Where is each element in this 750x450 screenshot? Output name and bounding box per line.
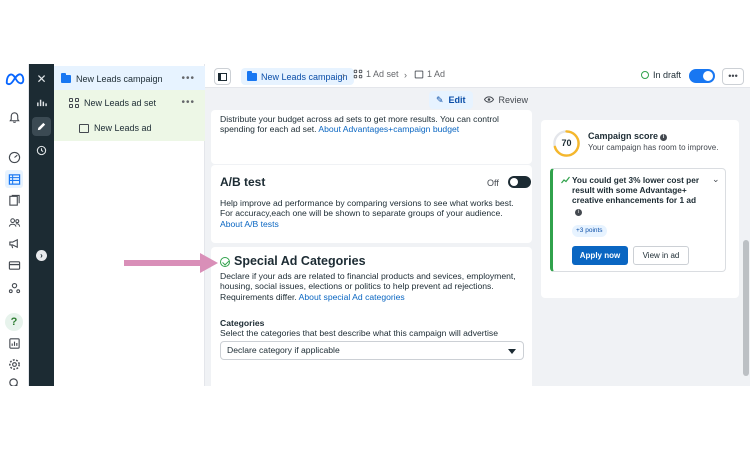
ab-test-toggle[interactable] bbox=[508, 176, 531, 188]
ad-box-icon bbox=[414, 70, 424, 78]
tree-item-ad[interactable]: New Leads ad bbox=[54, 115, 205, 141]
edit-icon[interactable] bbox=[32, 117, 51, 136]
eye-icon bbox=[483, 95, 494, 105]
categories-hint: Select the categories that best describe… bbox=[220, 328, 499, 338]
points-badge: +3 points bbox=[572, 225, 607, 237]
special-ad-categories-description: Declare if your ads are related to finan… bbox=[220, 271, 516, 302]
category-select-value: Declare category if applicable bbox=[227, 345, 340, 355]
editor-tool-strip: ✕ › bbox=[29, 64, 54, 386]
special-ad-categories-card: Special Ad Categories Declare if your ad… bbox=[211, 247, 532, 386]
tab-review[interactable]: Review bbox=[477, 91, 536, 109]
budget-help-link[interactable]: About Advantages+campaign budget bbox=[318, 124, 459, 134]
adset-grid-icon bbox=[68, 97, 80, 109]
audience-icon[interactable] bbox=[5, 213, 23, 231]
header-more-button[interactable]: ••• bbox=[722, 68, 744, 85]
info-icon[interactable]: › bbox=[36, 250, 47, 261]
tab-edit[interactable]: ✎ Edit bbox=[429, 91, 473, 109]
notifications-icon[interactable] bbox=[5, 108, 23, 126]
draft-status-label: In draft bbox=[653, 70, 682, 80]
draft-status: In draft bbox=[641, 70, 681, 80]
chevron-right-icon: › bbox=[404, 70, 407, 80]
adset-grid-icon bbox=[353, 69, 363, 79]
navigation-rail: ? bbox=[0, 64, 29, 386]
tree-item-label: New Leads ad set bbox=[84, 98, 157, 108]
meta-logo[interactable] bbox=[4, 72, 26, 86]
dashboard-icon[interactable] bbox=[5, 148, 23, 166]
table-icon[interactable] bbox=[5, 170, 23, 188]
settings-icon[interactable] bbox=[5, 355, 23, 373]
pages-icon[interactable] bbox=[5, 191, 23, 209]
budget-description: Distribute your budget across ad sets to… bbox=[220, 114, 499, 135]
view-in-ad-button[interactable]: View in ad bbox=[633, 246, 689, 265]
ab-test-description: Help improve ad performance by comparing… bbox=[220, 198, 514, 229]
ab-test-toggle-label: Off bbox=[487, 178, 499, 188]
pencil-icon: ✎ bbox=[436, 94, 444, 105]
history-icon[interactable] bbox=[32, 141, 51, 160]
tab-review-label: Review bbox=[498, 95, 529, 105]
megaphone-icon[interactable] bbox=[5, 234, 23, 252]
breadcrumb-campaign-label: New Leads campaign bbox=[261, 71, 348, 82]
score-subtitle: Your campaign has room to improve. bbox=[588, 143, 719, 152]
score-value: 70 bbox=[561, 138, 572, 148]
check-circle-icon bbox=[220, 257, 230, 267]
campaign-score-card: 70 Campaign score i Your campaign has roo… bbox=[541, 120, 739, 298]
breadcrumb-ad-label: 1 Ad bbox=[427, 69, 446, 79]
tree-item-label: New Leads ad bbox=[94, 123, 152, 133]
score-title: Campaign score i bbox=[588, 131, 668, 141]
more-options-icon[interactable]: ••• bbox=[181, 73, 195, 84]
budget-card: Distribute your budget across ad sets to… bbox=[211, 110, 532, 164]
info-icon[interactable]: i bbox=[575, 209, 582, 216]
tab-edit-label: Edit bbox=[448, 95, 466, 105]
ab-test-title: A/B test bbox=[220, 175, 266, 189]
folder-icon bbox=[247, 70, 257, 81]
search-icon[interactable] bbox=[5, 374, 23, 386]
reports-icon[interactable] bbox=[5, 334, 23, 352]
breadcrumb-adset[interactable]: 1 Ad set bbox=[353, 69, 399, 79]
billing-icon[interactable] bbox=[5, 256, 23, 274]
recommendation-text: You could get 3% lower cost per result w… bbox=[572, 175, 700, 206]
ab-test-card: A/B test Off Help improve ad performance… bbox=[211, 165, 532, 243]
editor-header: New Leads campaign › 1 Ad set › 1 Ad In … bbox=[205, 64, 750, 88]
info-icon[interactable]: i bbox=[660, 134, 668, 141]
caret-down-icon bbox=[508, 349, 516, 354]
apply-now-button[interactable]: Apply now bbox=[572, 246, 628, 265]
folder-icon bbox=[60, 73, 72, 85]
recommendation-card: You could get 3% lower cost per result w… bbox=[550, 168, 726, 272]
tree-item-adset[interactable]: New Leads ad set ••• bbox=[54, 90, 205, 116]
chevron-right-icon: › bbox=[342, 70, 345, 80]
chart-icon[interactable] bbox=[32, 93, 51, 112]
category-select[interactable]: Declare category if applicable bbox=[220, 341, 524, 360]
draft-status-icon bbox=[641, 71, 649, 79]
tree-item-campaign[interactable]: New Leads campaign ••• bbox=[54, 66, 205, 92]
trend-icon bbox=[561, 176, 570, 186]
special-ad-categories-link[interactable]: About special Ad categories bbox=[299, 292, 405, 302]
ad-box-icon bbox=[78, 122, 90, 134]
breadcrumb-adset-label: 1 Ad set bbox=[366, 69, 399, 79]
accounts-center-icon[interactable] bbox=[5, 278, 23, 296]
ads-manager-editor: ? ✕ › New Leads campaign ••• New Leads a… bbox=[0, 64, 750, 386]
breadcrumb-campaign[interactable]: New Leads campaign bbox=[241, 68, 354, 85]
annotation-arrow bbox=[124, 253, 218, 273]
help-icon[interactable]: ? bbox=[5, 313, 23, 331]
chevron-down-icon[interactable]: ⌄ bbox=[712, 174, 720, 185]
close-icon[interactable]: ✕ bbox=[32, 69, 51, 88]
categories-label: Categories bbox=[220, 318, 265, 328]
more-options-icon[interactable]: ••• bbox=[181, 97, 195, 108]
campaign-on-toggle[interactable] bbox=[689, 69, 715, 83]
tree-item-label: New Leads campaign bbox=[76, 74, 163, 84]
ab-test-help-link[interactable]: About A/B tests bbox=[220, 219, 279, 229]
breadcrumb-ad[interactable]: 1 Ad bbox=[414, 69, 445, 79]
scrollbar-thumb[interactable] bbox=[743, 240, 749, 376]
campaign-tree: New Leads campaign ••• New Leads ad set … bbox=[54, 64, 205, 386]
editor-canvas: ✎ Edit Review Distribute your budget acr… bbox=[205, 88, 750, 386]
special-ad-categories-title: Special Ad Categories bbox=[234, 254, 366, 268]
mode-tabs: ✎ Edit Review bbox=[429, 90, 539, 110]
panel-toggle-icon[interactable] bbox=[214, 68, 231, 85]
